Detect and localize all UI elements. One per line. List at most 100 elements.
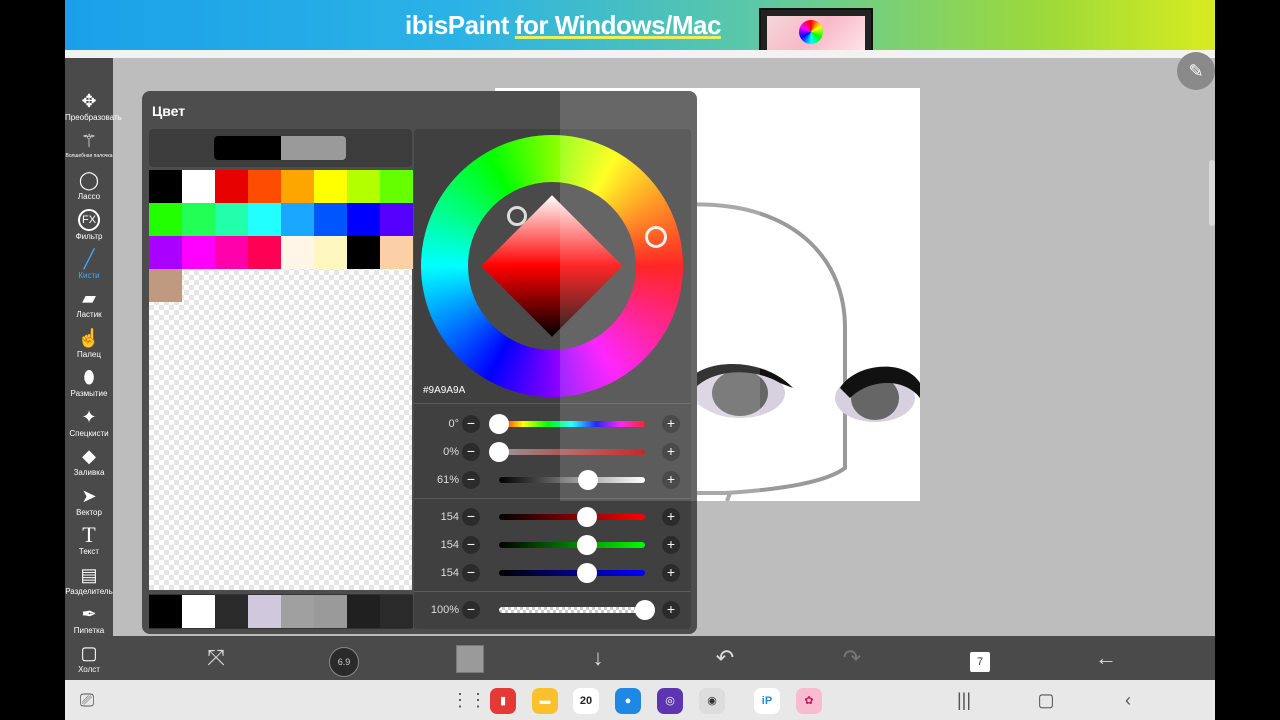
hue-ring[interactable] bbox=[421, 135, 683, 397]
pen-edit-icon[interactable]: ✎ bbox=[1177, 52, 1215, 90]
hex-value[interactable]: #9A9A9A bbox=[423, 385, 465, 396]
game-app-icon[interactable]: ✿ bbox=[796, 688, 822, 714]
red-decrement-button[interactable]: − bbox=[462, 508, 480, 526]
palette-swatch[interactable] bbox=[248, 236, 281, 269]
redo-icon[interactable]: ↷ bbox=[835, 642, 869, 674]
brightness-increment-button[interactable]: + bbox=[662, 471, 680, 489]
palette-swatch[interactable] bbox=[149, 170, 182, 203]
palette-swatch[interactable] bbox=[314, 170, 347, 203]
recent-color-swatch[interactable] bbox=[149, 595, 182, 628]
tool-eraser[interactable]: ▰ Ластик bbox=[65, 287, 113, 325]
saturation-decrement-button[interactable]: − bbox=[462, 443, 480, 461]
tool-canvas[interactable]: ▢ Холст bbox=[65, 642, 113, 680]
ad-banner[interactable]: ibisPaint for Windows/Mac bbox=[65, 0, 1215, 52]
app-drawer-icon[interactable]: ⋮⋮ bbox=[451, 688, 487, 712]
opacity-decrement-button[interactable]: − bbox=[462, 601, 480, 619]
layers-button[interactable]: 7 bbox=[963, 642, 997, 674]
palette-swatch[interactable] bbox=[248, 170, 281, 203]
hue-selector-handle[interactable] bbox=[645, 226, 667, 248]
palette-swatch[interactable] bbox=[182, 203, 215, 236]
palette-swatch[interactable] bbox=[380, 236, 413, 269]
tool-smudge[interactable]: ☝ Палец bbox=[65, 327, 113, 365]
palette-swatch[interactable] bbox=[314, 203, 347, 236]
opacity-increment-button[interactable]: + bbox=[662, 601, 680, 619]
screen-icon[interactable]: ⎚ bbox=[75, 688, 99, 712]
opacity-slider[interactable] bbox=[499, 607, 645, 613]
red-slider[interactable] bbox=[499, 514, 645, 520]
tool-filter[interactable]: FX Фильтр bbox=[65, 209, 113, 247]
ibispaint-app-icon[interactable]: iP bbox=[754, 688, 780, 714]
saturation-increment-button[interactable]: + bbox=[662, 443, 680, 461]
palette-swatch[interactable] bbox=[248, 203, 281, 236]
undo-icon[interactable]: ↶ bbox=[708, 642, 742, 674]
sb-selector-handle[interactable] bbox=[507, 206, 527, 226]
recent-color-swatch[interactable] bbox=[380, 595, 413, 628]
foreground-color-swatch[interactable] bbox=[214, 136, 281, 160]
red-increment-button[interactable]: + bbox=[662, 508, 680, 526]
recent-color-swatch[interactable] bbox=[347, 595, 380, 628]
green-increment-button[interactable]: + bbox=[662, 536, 680, 554]
palette-swatch[interactable] bbox=[314, 236, 347, 269]
arrow-down-icon[interactable]: ↓ bbox=[581, 642, 615, 674]
green-slider[interactable] bbox=[499, 542, 645, 548]
tool-frame-divider[interactable]: ▤ Разделитель bbox=[65, 564, 113, 602]
tool-magic-wand[interactable]: ⚚ Волшебная палочка bbox=[65, 130, 113, 168]
folder-app-icon[interactable]: ▬ bbox=[532, 688, 558, 714]
current-color-button[interactable] bbox=[453, 642, 487, 674]
notes-app-icon[interactable]: ▮ bbox=[490, 688, 516, 714]
green-decrement-button[interactable]: − bbox=[462, 536, 480, 554]
camera-app-icon[interactable]: ◉ bbox=[699, 688, 725, 714]
palette-swatch[interactable] bbox=[281, 170, 314, 203]
palette-swatch[interactable] bbox=[149, 269, 182, 302]
palette-swatch[interactable] bbox=[347, 203, 380, 236]
recent-apps-icon[interactable]: ||| bbox=[952, 688, 976, 712]
red-slider-knob[interactable] bbox=[577, 507, 598, 527]
palette-swatch[interactable] bbox=[347, 236, 380, 269]
recent-color-swatch[interactable] bbox=[314, 595, 347, 628]
home-icon[interactable]: ▢ bbox=[1034, 688, 1058, 712]
saturation-slider-knob[interactable] bbox=[489, 442, 509, 462]
hue-slider-knob[interactable] bbox=[489, 414, 509, 434]
palette-swatch[interactable] bbox=[215, 170, 248, 203]
brush-size-button[interactable]: 6.9 bbox=[327, 642, 361, 677]
recent-color-swatch[interactable] bbox=[215, 595, 248, 628]
green-slider-knob[interactable] bbox=[577, 535, 598, 555]
palette-swatch[interactable] bbox=[380, 203, 413, 236]
brightness-slider-knob[interactable] bbox=[578, 470, 599, 490]
hue-slider[interactable] bbox=[499, 421, 645, 427]
hue-decrement-button[interactable]: − bbox=[462, 415, 480, 433]
palette-swatch[interactable] bbox=[215, 203, 248, 236]
hue-increment-button[interactable]: + bbox=[662, 415, 680, 433]
brightness-decrement-button[interactable]: − bbox=[462, 471, 480, 489]
brightness-slider[interactable] bbox=[499, 477, 645, 483]
opacity-slider-knob[interactable] bbox=[635, 600, 655, 620]
palette-swatch[interactable] bbox=[281, 236, 314, 269]
blue-slider[interactable] bbox=[499, 570, 645, 576]
palette-swatch[interactable] bbox=[182, 236, 215, 269]
tool-eyedropper[interactable]: ✒ Пипетка bbox=[65, 603, 113, 641]
side-panel-handle[interactable] bbox=[1209, 160, 1215, 226]
palette-swatch[interactable] bbox=[182, 170, 215, 203]
tool-vector[interactable]: ➤ Вектор bbox=[65, 485, 113, 523]
messages-app-icon[interactable]: ● bbox=[615, 688, 641, 714]
palette-swatch[interactable] bbox=[215, 236, 248, 269]
back-icon[interactable]: ‹ bbox=[1116, 688, 1140, 712]
palette-swatch[interactable] bbox=[149, 203, 182, 236]
background-color-swatch[interactable] bbox=[281, 136, 346, 160]
palette-swatch[interactable] bbox=[281, 203, 314, 236]
palette-swatch[interactable] bbox=[149, 236, 182, 269]
saturation-slider[interactable] bbox=[499, 449, 645, 455]
tool-transform[interactable]: ✥ Преобразовать bbox=[65, 90, 122, 128]
recent-color-swatch[interactable] bbox=[281, 595, 314, 628]
tool-blur[interactable]: ⬮ Размытие bbox=[65, 366, 113, 404]
brush-swap-icon[interactable]: ⤧ bbox=[199, 642, 233, 674]
tool-brush[interactable]: ╱ Кисти bbox=[65, 248, 113, 286]
palette-swatch[interactable] bbox=[347, 170, 380, 203]
tool-fill[interactable]: ◆ Заливка bbox=[65, 445, 113, 483]
blue-increment-button[interactable]: + bbox=[662, 564, 680, 582]
tool-special-brush[interactable]: ✦ Спецкисти bbox=[65, 406, 113, 444]
tool-lasso[interactable]: ◯ Лассо bbox=[65, 169, 113, 207]
tool-text[interactable]: T Текст bbox=[65, 524, 113, 562]
calendar-app-icon[interactable]: 20 bbox=[573, 688, 599, 714]
blue-slider-knob[interactable] bbox=[577, 563, 598, 583]
